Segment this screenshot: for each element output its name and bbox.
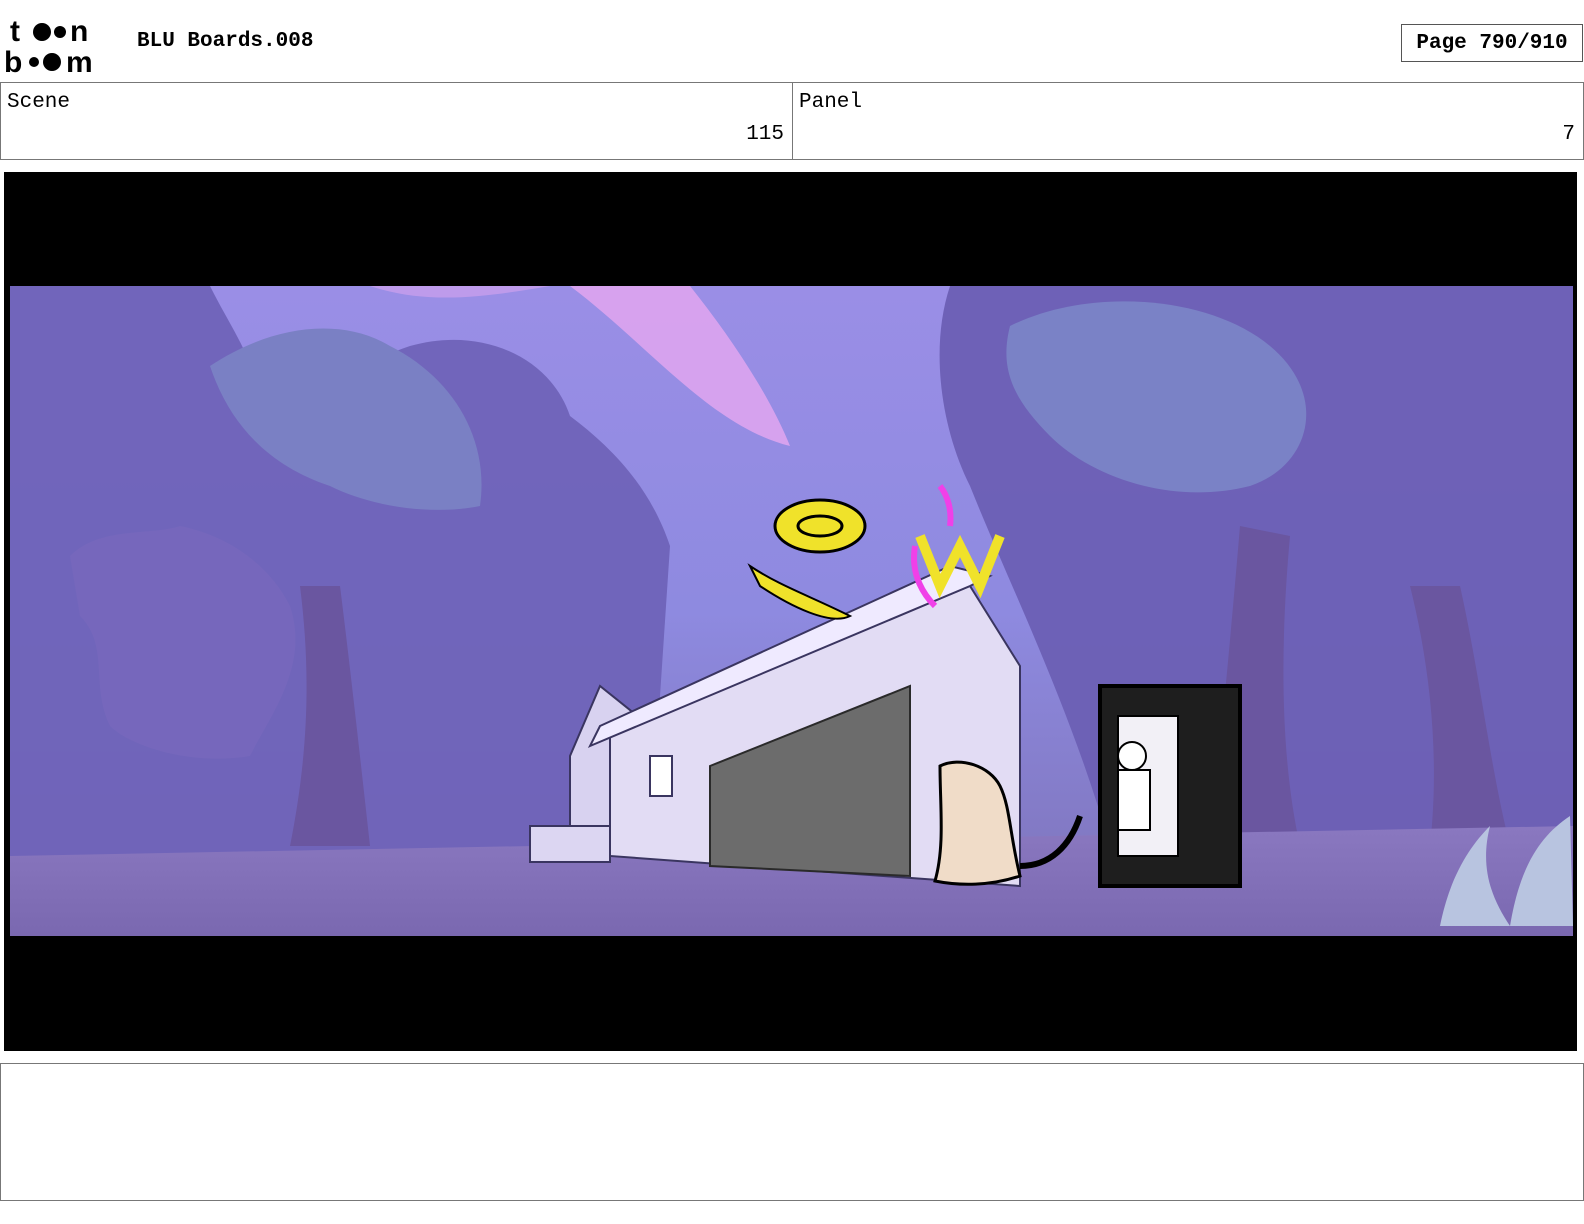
toonboom-logo: t n b m [4, 15, 93, 76]
svg-text:m: m [66, 46, 93, 76]
scene-cell: Scene 115 [0, 83, 793, 159]
page-indicator: Page 790/910 [1401, 24, 1583, 62]
scene-number: 115 [746, 123, 784, 146]
notes-box [0, 1063, 1584, 1201]
svg-text:n: n [70, 15, 88, 48]
storyboard-artwork [10, 286, 1573, 936]
panel-number: 7 [1562, 123, 1575, 146]
panel-label: Panel [799, 91, 863, 114]
svg-text:b: b [4, 46, 22, 76]
scene-label: Scene [7, 91, 71, 114]
panel-cell: Panel 7 [793, 83, 1584, 159]
info-row: Scene 115 Panel 7 [0, 82, 1584, 160]
svg-text:t: t [10, 15, 20, 48]
document-title: BLU Boards.008 [137, 30, 314, 53]
